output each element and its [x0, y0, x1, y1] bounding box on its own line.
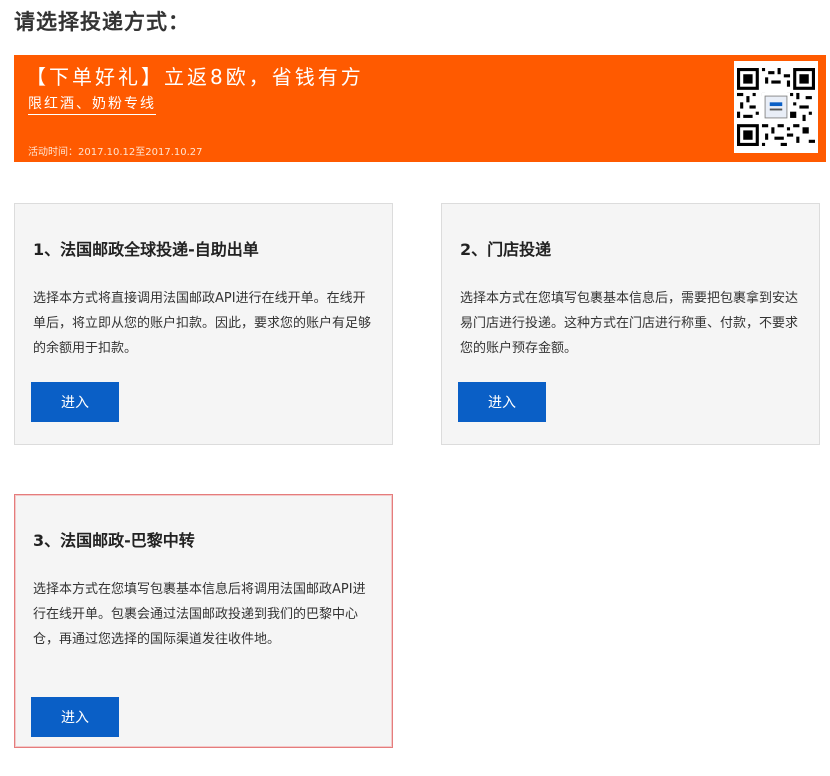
qr-code-icon	[734, 61, 818, 153]
page-title: 请选择投递方式：	[14, 10, 190, 34]
banner-period: 活动时间：2017.10.12至2017.10.27	[28, 147, 203, 158]
enter-button[interactable]: 进入	[458, 382, 546, 422]
option-description: 选择本方式在您填写包裹基本信息后将调用法国邮政API进行在线开单。包裹会通过法国…	[33, 582, 366, 647]
delivery-option-card-selected[interactable]: 3、法国邮政-巴黎中转 选择本方式在您填写包裹基本信息后将调用法国邮政API进行…	[14, 494, 393, 748]
enter-button[interactable]: 进入	[31, 382, 119, 422]
promo-banner[interactable]: 【下单好礼】立返8欧，省钱有方 限红酒、奶粉专线 活动时间：2017.10.12…	[14, 55, 826, 162]
enter-button[interactable]: 进入	[31, 697, 119, 737]
banner-headline: 【下单好礼】立返8欧，省钱有方	[26, 65, 364, 89]
banner-subline: 限红酒、奶粉专线	[28, 93, 156, 115]
option-description: 选择本方式在您填写包裹基本信息后，需要把包裹拿到安达易门店进行投递。这种方式在门…	[460, 291, 799, 356]
option-description: 选择本方式将直接调用法国邮政API进行在线开单。在线开单后，将立即从您的账户扣款…	[33, 291, 372, 356]
option-title: 3、法国邮政-巴黎中转	[33, 531, 195, 550]
delivery-option-card[interactable]: 2、门店投递 选择本方式在您填写包裹基本信息后，需要把包裹拿到安达易门店进行投递…	[441, 203, 820, 445]
delivery-option-card[interactable]: 1、法国邮政全球投递-自助出单 选择本方式将直接调用法国邮政API进行在线开单。…	[14, 203, 393, 445]
option-title: 1、法国邮政全球投递-自助出单	[33, 240, 259, 259]
option-title: 2、门店投递	[460, 240, 552, 259]
